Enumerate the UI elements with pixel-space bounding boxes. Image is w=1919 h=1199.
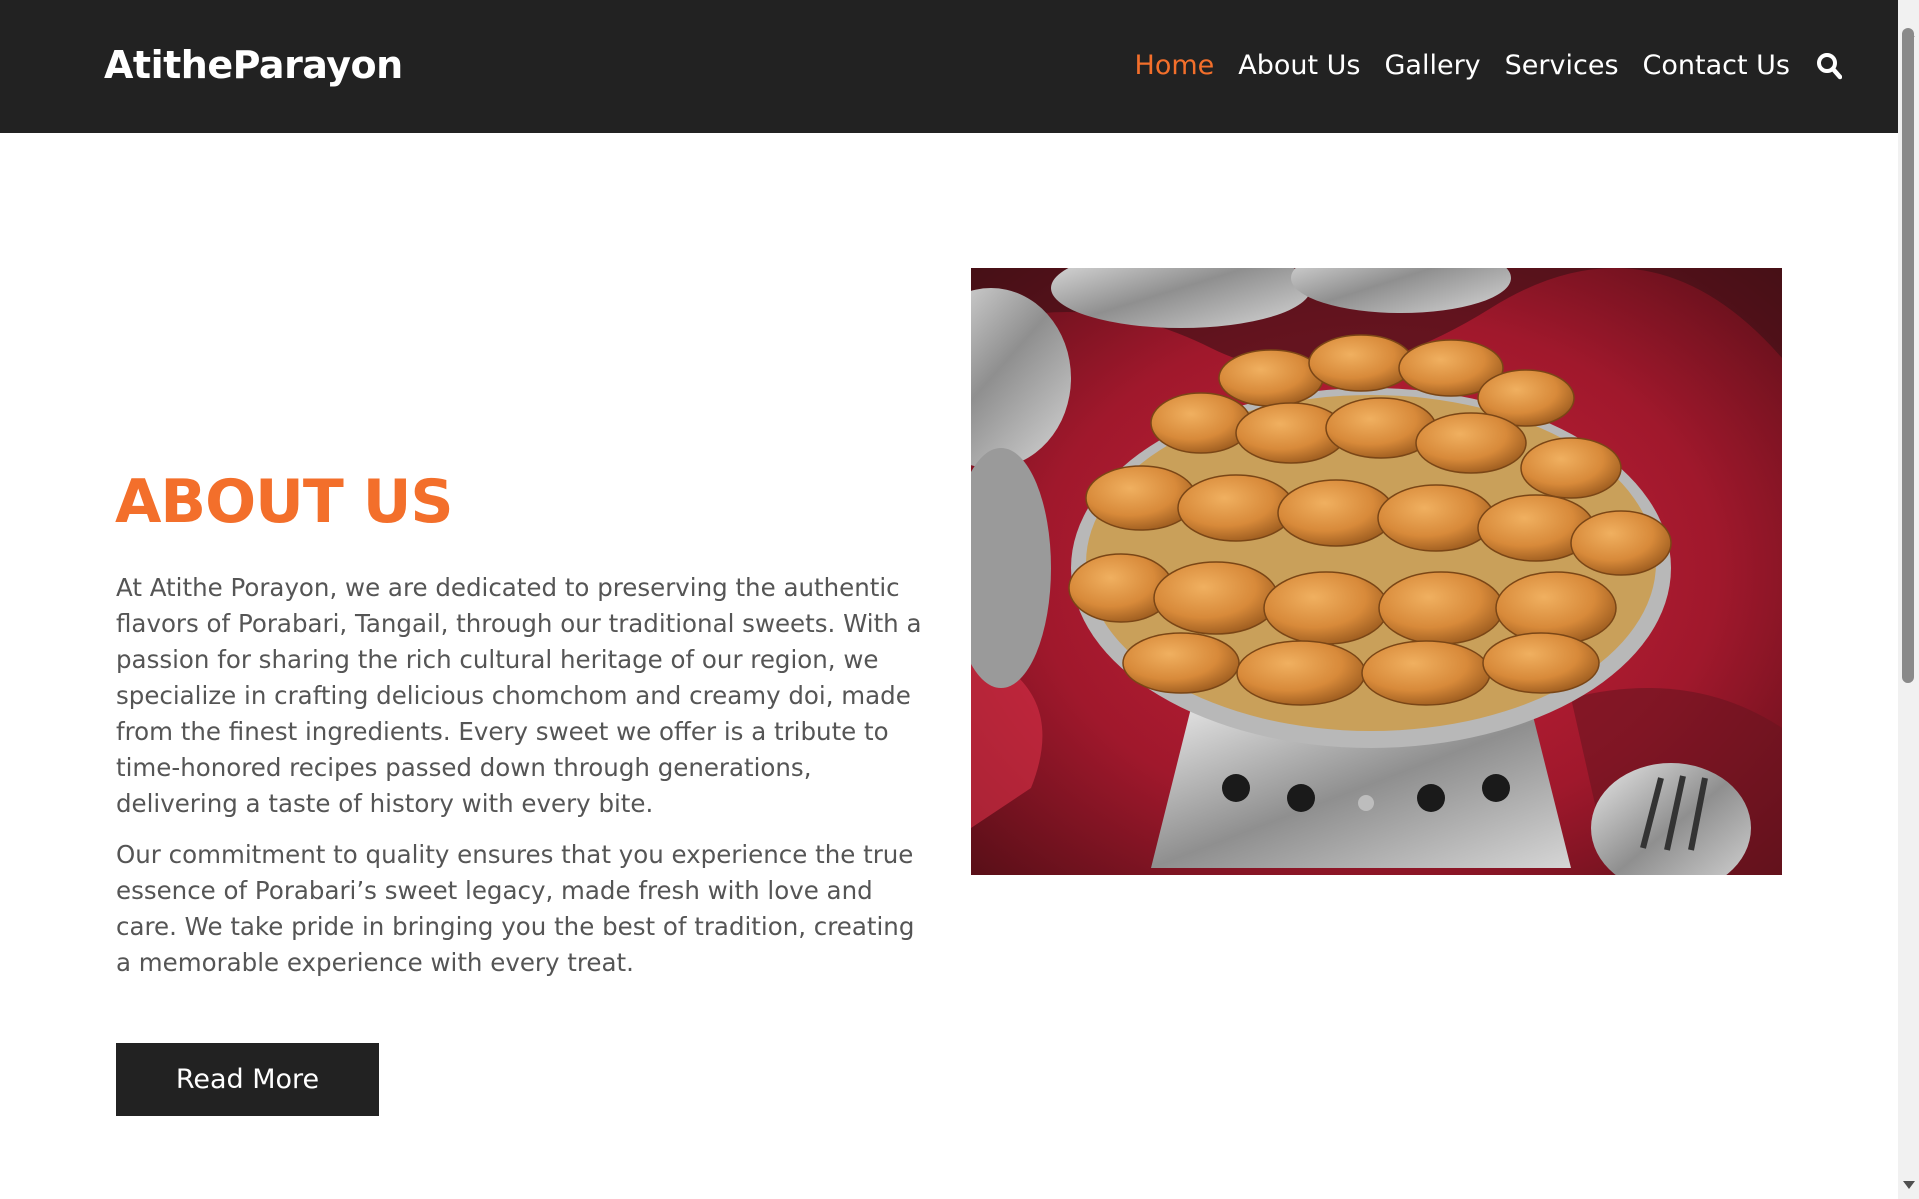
about-title: ABOUT US — [115, 467, 454, 537]
nav-item-contact-us[interactable]: Contact Us — [1643, 44, 1790, 88]
about-paragraph-2: Our commitment to quality ensures that y… — [116, 840, 915, 977]
site-header: AtitheParayon Home About Us Gallery Serv… — [0, 0, 1898, 133]
sweets-photo — [971, 268, 1782, 875]
page: AtitheParayon Home About Us Gallery Serv… — [0, 0, 1919, 1199]
page-scrollbar[interactable] — [1898, 0, 1919, 1199]
site-logo[interactable]: AtitheParayon — [104, 40, 403, 90]
scroll-down-arrow-icon[interactable] — [1903, 1181, 1915, 1189]
nav-item-services[interactable]: Services — [1505, 44, 1619, 88]
read-more-button[interactable]: Read More — [116, 1043, 379, 1116]
chomchom-plate-image — [971, 268, 1782, 875]
search-icon[interactable] — [1814, 49, 1844, 83]
scroll-thumb[interactable] — [1902, 28, 1914, 683]
nav-item-gallery[interactable]: Gallery — [1385, 44, 1481, 88]
nav-item-about-us[interactable]: About Us — [1238, 44, 1360, 88]
about-paragraph-1: At Atithe Porayon, we are dedicated to p… — [116, 573, 922, 818]
main-nav: Home About Us Gallery Services Contact U… — [1135, 44, 1844, 88]
nav-item-home[interactable]: Home — [1135, 44, 1215, 88]
